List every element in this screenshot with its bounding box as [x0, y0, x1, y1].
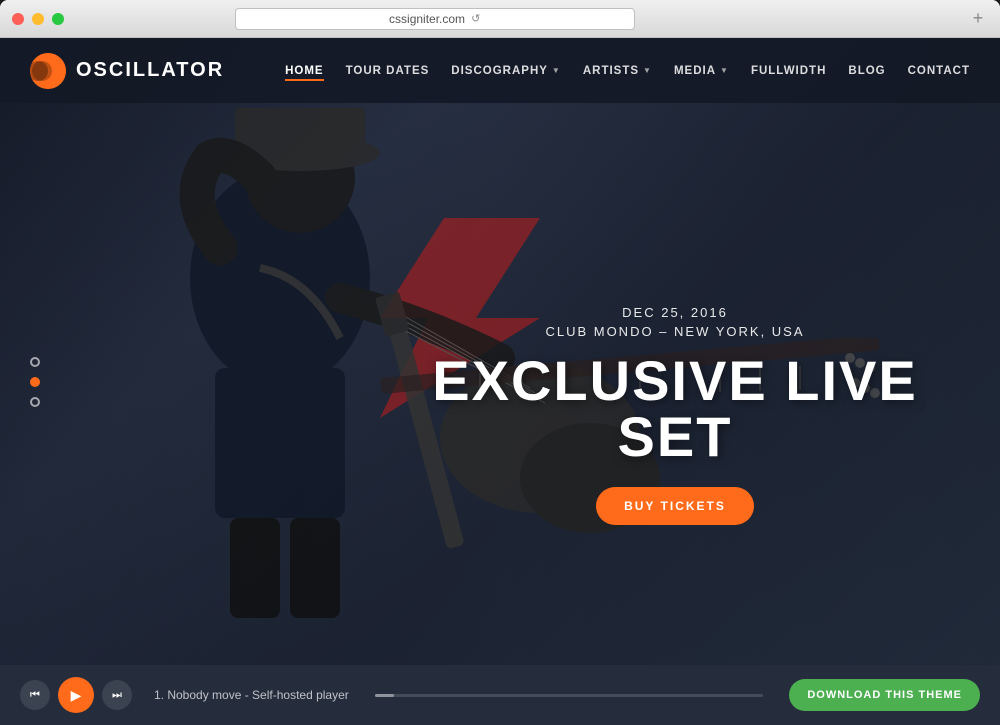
minimize-button[interactable] [32, 13, 44, 25]
discography-dropdown-icon: ▼ [552, 66, 561, 75]
navbar: OSCILLATOR HOME TOUR DATES DISCOGRAPHY ▼… [0, 38, 1000, 103]
play-icon: ▶ [71, 687, 82, 704]
progress-fill [375, 694, 394, 697]
nav-links: HOME TOUR DATES DISCOGRAPHY ▼ ARTISTS ▼ … [285, 65, 970, 77]
logo-text: OSCILLATOR [76, 59, 224, 82]
buy-tickets-button[interactable]: BUY TICKETS [596, 487, 754, 525]
media-dropdown-icon: ▼ [720, 66, 729, 75]
download-theme-button[interactable]: DOWNLOAD THIS THEME [789, 679, 980, 711]
next-icon: ⏭ [112, 689, 122, 702]
refresh-icon[interactable]: ↺ [471, 12, 480, 25]
hero-title: EXCLUSIVE LIVE SET [425, 353, 925, 465]
logo-icon [30, 53, 66, 89]
browser-titlebar: cssigniter.com ↺ + [0, 0, 1000, 38]
slide-indicators [30, 357, 40, 407]
nav-blog[interactable]: BLOG [848, 65, 885, 77]
nav-tour-dates[interactable]: TOUR DATES [346, 65, 430, 77]
slide-dot-3[interactable] [30, 397, 40, 407]
maximize-button[interactable] [52, 13, 64, 25]
progress-bar[interactable] [375, 694, 764, 697]
new-tab-button[interactable]: + [968, 9, 988, 29]
player-bar: ⏮ ▶ ⏭ 1. Nobody move - Self-hosted playe… [0, 665, 1000, 725]
prev-icon: ⏮ [30, 689, 40, 702]
artists-dropdown-icon: ▼ [643, 66, 652, 75]
nav-artists[interactable]: ARTISTS ▼ [583, 65, 652, 77]
event-date: DEC 25, 2016 [425, 305, 925, 320]
address-bar[interactable]: cssigniter.com ↺ [235, 8, 635, 30]
nav-home[interactable]: HOME [285, 65, 324, 77]
track-info: 1. Nobody move - Self-hosted player [154, 688, 349, 702]
nav-fullwidth[interactable]: FULLWIDTH [751, 65, 826, 77]
website-content: OSCILLATOR HOME TOUR DATES DISCOGRAPHY ▼… [0, 38, 1000, 725]
slide-dot-1[interactable] [30, 357, 40, 367]
browser-window: cssigniter.com ↺ + [0, 0, 1000, 725]
nav-discography[interactable]: DISCOGRAPHY ▼ [451, 65, 561, 77]
hero-content: DEC 25, 2016 CLUB MONDO – NEW YORK, USA … [425, 305, 925, 525]
event-location: CLUB MONDO – NEW YORK, USA [425, 324, 925, 339]
slide-dot-2[interactable] [30, 377, 40, 387]
logo[interactable]: OSCILLATOR [30, 53, 224, 89]
next-track-button[interactable]: ⏭ [102, 680, 132, 710]
nav-contact[interactable]: CONTACT [908, 65, 970, 77]
close-button[interactable] [12, 13, 24, 25]
play-button[interactable]: ▶ [58, 677, 94, 713]
prev-track-button[interactable]: ⏮ [20, 680, 50, 710]
url-text: cssigniter.com [389, 12, 465, 26]
player-controls: ⏮ ▶ ⏭ [20, 677, 132, 713]
nav-media[interactable]: MEDIA ▼ [674, 65, 729, 77]
